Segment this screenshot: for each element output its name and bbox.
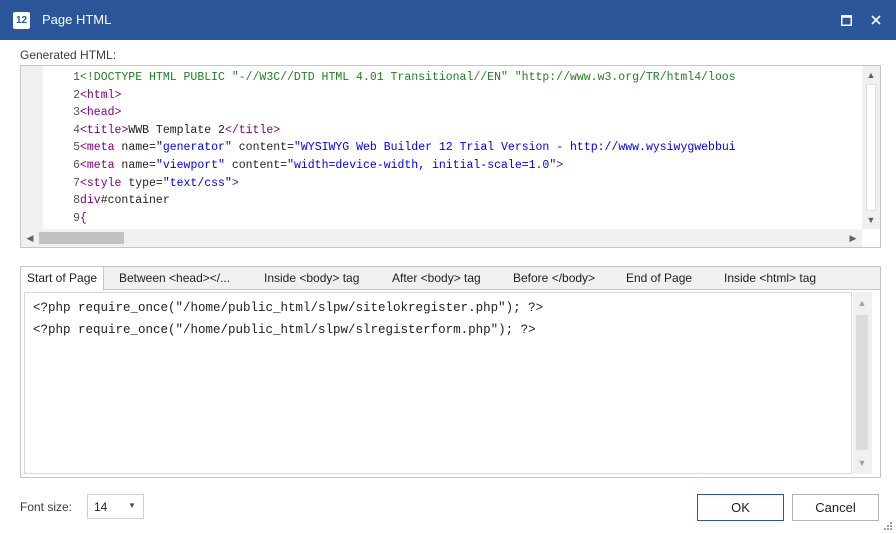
line-number: 6 (73, 158, 80, 172)
code-token: { (80, 211, 87, 225)
snippet-scroll-thumb[interactable] (856, 315, 868, 450)
snippet-scroll-up-icon[interactable]: ▲ (853, 294, 871, 312)
code-token: content= (231, 141, 294, 155)
close-icon (871, 15, 881, 25)
tab-inside-body[interactable]: Inside <body> tag (264, 267, 359, 290)
custom-code-panel: Start of Page Between <head></... Inside… (20, 266, 881, 478)
line-number: 3 (73, 106, 80, 120)
tab-before-body-close[interactable]: Before </body> (513, 267, 595, 290)
line-number: 1 (73, 71, 80, 84)
scroll-up-icon[interactable]: ▲ (862, 66, 880, 84)
line-number: 8 (73, 194, 80, 208)
chevron-down-icon: ▼ (128, 501, 136, 510)
code-token: name= (121, 141, 156, 155)
scroll-down-icon[interactable]: ▼ (862, 211, 880, 229)
title-bar: 12 Page HTML (0, 0, 896, 40)
code-token: > (556, 158, 564, 172)
code-token: <head> (80, 106, 122, 120)
code-line: 8div#container (44, 192, 862, 210)
snippet-line: <?php require_once("/home/public_html/sl… (33, 323, 536, 337)
scroll-left-icon[interactable]: ◀ (21, 229, 39, 247)
editor-vertical-scrollbar[interactable]: ▲ ▼ (862, 66, 880, 229)
window-title: Page HTML (42, 12, 112, 27)
code-area[interactable]: 1<!DOCTYPE HTML PUBLIC "-//W3C//DTD HTML… (44, 69, 862, 231)
code-token: "text/css" (162, 176, 232, 190)
code-line: 7<style type="text/css"> (44, 175, 862, 193)
code-token: div (80, 194, 101, 208)
snippet-editor[interactable]: <?php require_once("/home/public_html/sl… (24, 292, 852, 474)
code-token: <style (80, 176, 129, 190)
vertical-scroll-thumb[interactable] (866, 84, 876, 211)
code-token: type= (128, 176, 163, 190)
code-line: 4<title>WWB Template 2</title> (44, 122, 862, 140)
font-size-label: Font size: (20, 500, 73, 514)
scroll-right-icon[interactable]: ▶ (844, 229, 862, 247)
tab-end-of-page[interactable]: End of Page (626, 267, 692, 290)
horizontal-scroll-thumb[interactable] (39, 232, 124, 244)
app-icon: 12 (13, 12, 30, 29)
code-line: 3<head> (44, 104, 862, 122)
line-number: 4 (73, 123, 80, 137)
code-line: 6<meta name="viewport" content="width=de… (44, 157, 862, 175)
code-token: <meta (80, 141, 122, 155)
code-token: WWB Template 2 (128, 123, 225, 137)
editor-gutter (21, 66, 43, 231)
code-token: "WYSIWYG Web Builder 12 Trial Version - … (293, 141, 736, 155)
generated-html-editor[interactable]: 1<!DOCTYPE HTML PUBLIC "-//W3C//DTD HTML… (20, 65, 881, 248)
snippet-vertical-scrollbar[interactable]: ▲ ▼ (853, 292, 872, 474)
code-token: <meta (80, 158, 122, 172)
code-token: <!DOCTYPE HTML PUBLIC "-//W3C//DTD HTML … (80, 71, 736, 84)
code-token: #container (100, 194, 170, 208)
editor-horizontal-scrollbar[interactable]: ◀ ▶ (21, 229, 862, 247)
line-number: 9 (73, 211, 80, 225)
close-button[interactable] (861, 5, 891, 35)
tab-bar: Start of Page Between <head></... Inside… (21, 267, 880, 291)
code-token: name= (121, 158, 156, 172)
tab-inside-html[interactable]: Inside <html> tag (724, 267, 816, 290)
code-token: "viewport" (155, 158, 225, 172)
line-number: 7 (73, 176, 80, 190)
tab-start-of-page[interactable]: Start of Page (21, 267, 105, 291)
code-line: 1<!DOCTYPE HTML PUBLIC "-//W3C//DTD HTML… (44, 69, 862, 87)
code-token: <html> (80, 88, 122, 102)
code-token: <title> (80, 123, 129, 137)
snippet-line: <?php require_once("/home/public_html/sl… (33, 301, 544, 315)
tab-between-head[interactable]: Between <head></... (119, 267, 230, 290)
line-number: 2 (73, 88, 80, 102)
code-token: </title> (224, 123, 281, 137)
tab-after-body[interactable]: After <body> tag (392, 267, 481, 290)
generated-html-label: Generated HTML: (20, 48, 117, 62)
font-size-value: 14 (94, 500, 108, 514)
code-line: 9{ (44, 210, 862, 228)
line-number: 5 (73, 141, 80, 155)
resize-grip-icon[interactable] (883, 521, 893, 531)
cancel-button[interactable]: Cancel (792, 494, 879, 521)
maximize-button[interactable] (831, 5, 861, 35)
snippet-scroll-down-icon[interactable]: ▼ (853, 454, 871, 472)
code-token: content= (224, 158, 288, 172)
code-line: 5<meta name="generator" content="WYSIWYG… (44, 139, 862, 157)
ok-button[interactable]: OK (697, 494, 784, 521)
code-token: "generator" (155, 141, 232, 155)
font-size-select[interactable]: 14 ▼ (87, 494, 144, 519)
code-line: 2<html> (44, 87, 862, 105)
code-token: "width=device-width, initial-scale=1.0" (287, 158, 557, 172)
maximize-icon (840, 14, 852, 26)
code-token: > (231, 176, 239, 190)
